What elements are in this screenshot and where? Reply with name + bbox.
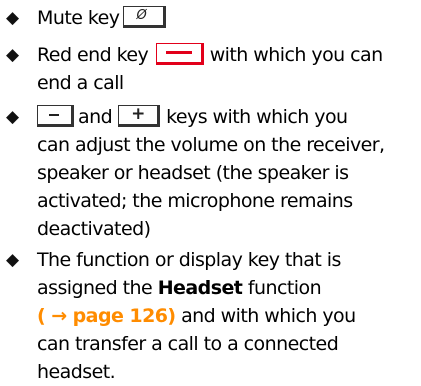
document-page: ◆ Mute key Ø ◆ Red end key with which you…	[0, 0, 421, 383]
text-line: assigned the Headset function	[37, 274, 421, 302]
text-line: headset.	[37, 361, 116, 383]
end-key-description: with which you can	[209, 44, 383, 66]
end-key-icon	[155, 43, 204, 65]
diamond-bullet-icon: ◆	[6, 107, 20, 127]
volume-minus-key-icon	[37, 105, 74, 127]
and-text: and	[78, 106, 113, 128]
diamond-bullet-icon: ◆	[6, 8, 20, 28]
volume-keys-description: keys with which you	[166, 106, 348, 128]
text-line: can transfer a call to a connected	[37, 333, 339, 355]
mute-key-icon: Ø	[123, 6, 167, 28]
end-key-bar	[165, 51, 192, 54]
text-line: deactivated)	[37, 218, 151, 240]
function-text: function	[247, 277, 322, 299]
text-line: speaker or headset (the speaker is	[37, 162, 349, 184]
text-line: The function or display key that is	[37, 249, 341, 271]
and-with-which-text: and with which you	[181, 305, 356, 327]
list-item-text: and + keys with which you can adjust the v…	[37, 103, 421, 243]
text-line: and + keys with which you	[37, 103, 421, 131]
text-line: can adjust the volume on the receiver,	[37, 134, 385, 156]
text-line: Red end key with which you can	[37, 41, 421, 69]
end-key-label: Red end key	[37, 44, 149, 66]
text-line: Mute key Ø	[37, 4, 421, 32]
list-item-text: Red end key with which you can end a cal…	[37, 41, 421, 97]
diamond-bullet-icon: ◆	[6, 250, 20, 270]
text-line: end a call	[37, 72, 124, 94]
volume-plus-key-icon: +	[118, 104, 161, 127]
minus-glyph	[49, 114, 59, 116]
assigned-the-text: assigned the	[37, 277, 153, 299]
plus-glyph: +	[131, 104, 145, 124]
page-reference-link[interactable]: ( → page 126)	[37, 305, 176, 327]
mute-key-glyph: Ø	[136, 8, 147, 23]
headset-function-name: Headset	[157, 277, 243, 299]
mute-key-label: Mute key	[37, 7, 120, 29]
diamond-bullet-icon: ◆	[6, 45, 20, 65]
text-line: activated; the microphone remains	[37, 190, 353, 212]
text-line: ( → page 126) and with which you	[37, 302, 421, 330]
list-item-text: The function or display key that is assi…	[37, 246, 421, 386]
list-item-text: Mute key Ø	[37, 4, 421, 32]
